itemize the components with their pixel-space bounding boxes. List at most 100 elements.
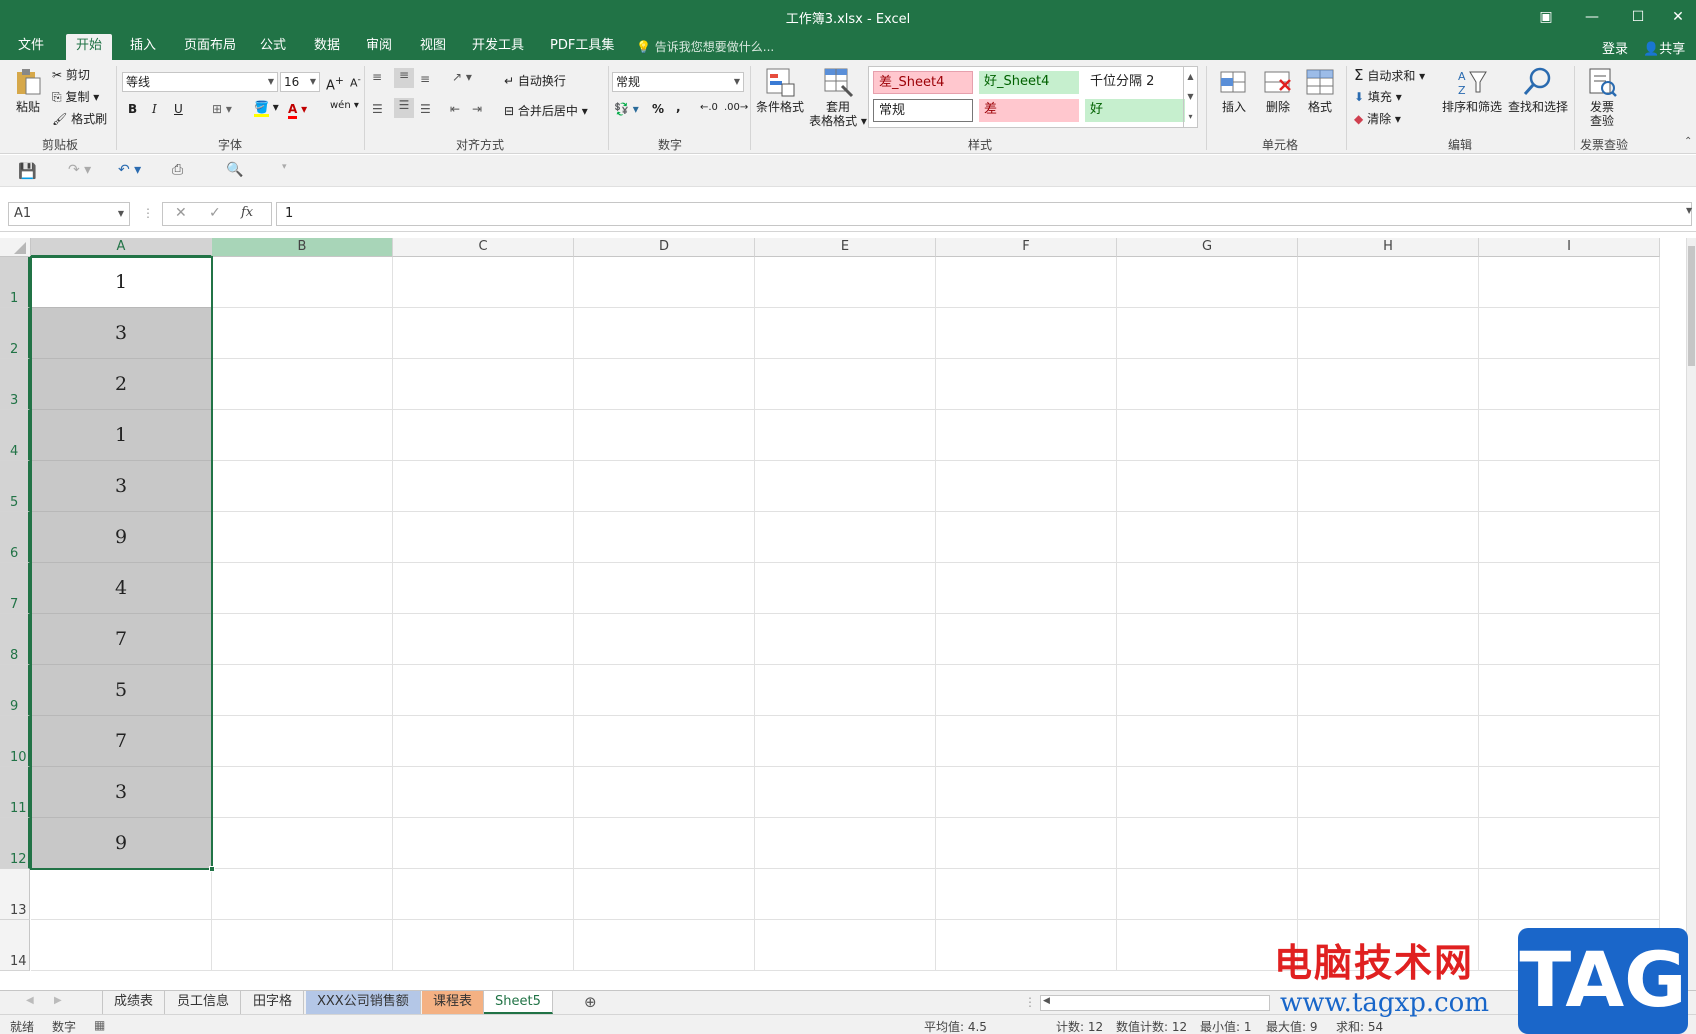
cell-h6[interactable]	[1298, 512, 1479, 563]
wrap-text-button[interactable]: ↵ 自动换行	[504, 72, 566, 89]
cell-a9[interactable]: 5	[31, 665, 211, 716]
tab-data[interactable]: 数据	[304, 34, 350, 60]
cell-e2[interactable]	[755, 308, 936, 359]
row-header-9[interactable]: 9	[0, 665, 30, 716]
add-sheet-icon[interactable]: ⊕	[584, 993, 597, 1011]
tab-insert[interactable]: 插入	[120, 34, 166, 60]
align-middle-icon[interactable]: ≡	[394, 68, 414, 88]
cell-e1[interactable]	[755, 257, 936, 308]
cell-f9[interactable]	[936, 665, 1117, 716]
cell-f14[interactable]	[936, 920, 1117, 971]
cell-f1[interactable]	[936, 257, 1117, 308]
align-bottom-icon[interactable]: ≡	[420, 72, 430, 86]
delete-cells-icon[interactable]	[1262, 66, 1294, 98]
style-comma-2[interactable]: 千位分隔 2	[1085, 71, 1185, 94]
cell-e12[interactable]	[755, 818, 936, 869]
cell-i7[interactable]	[1479, 563, 1660, 614]
cell-b6[interactable]	[212, 512, 393, 563]
cell-g5[interactable]	[1117, 461, 1298, 512]
row-header-4[interactable]: 4	[0, 410, 30, 461]
format-cells-icon[interactable]	[1304, 66, 1336, 98]
column-header-h[interactable]: H	[1298, 238, 1479, 257]
maximize-icon[interactable]: ☐	[1618, 4, 1658, 30]
cut-button[interactable]: ✂ 剪切	[52, 66, 90, 83]
decrease-indent-icon[interactable]: ⇤	[450, 102, 460, 116]
font-name-select[interactable]: 等线 ▼	[122, 72, 278, 92]
cell-i3[interactable]	[1479, 359, 1660, 410]
cell-i1[interactable]	[1479, 257, 1660, 308]
comma-icon[interactable]: ,	[676, 100, 681, 114]
cell-c8[interactable]	[393, 614, 574, 665]
cell-e9[interactable]	[755, 665, 936, 716]
copy-button[interactable]: ⎘ 复制 ▾	[52, 88, 99, 105]
cell-f4[interactable]	[936, 410, 1117, 461]
cell-a11[interactable]: 3	[31, 767, 211, 818]
cell-f10[interactable]	[936, 716, 1117, 767]
sheet-tab-sales[interactable]: XXX公司销售额	[306, 991, 421, 1014]
cell-a8[interactable]: 7	[31, 614, 211, 665]
customize-qat-icon[interactable]: ▾	[282, 162, 287, 172]
cell-f2[interactable]	[936, 308, 1117, 359]
cell-d6[interactable]	[574, 512, 755, 563]
increase-indent-icon[interactable]: ⇥	[472, 102, 482, 116]
cell-c5[interactable]	[393, 461, 574, 512]
cell-h9[interactable]	[1298, 665, 1479, 716]
cell-i5[interactable]	[1479, 461, 1660, 512]
cell-e10[interactable]	[755, 716, 936, 767]
cell-b11[interactable]	[212, 767, 393, 818]
save-icon[interactable]: 💾	[18, 162, 37, 180]
select-all-corner[interactable]	[0, 238, 31, 257]
print-preview-icon[interactable]: ⎙	[172, 162, 183, 178]
cell-g10[interactable]	[1117, 716, 1298, 767]
cell-e14[interactable]	[755, 920, 936, 971]
cell-d1[interactable]	[574, 257, 755, 308]
tab-developer[interactable]: 开发工具	[462, 34, 534, 60]
border-icon[interactable]: ⊞ ▾	[212, 102, 232, 116]
cell-d3[interactable]	[574, 359, 755, 410]
cell-a7[interactable]: 4	[31, 563, 211, 614]
cell-h8[interactable]	[1298, 614, 1479, 665]
cell-h10[interactable]	[1298, 716, 1479, 767]
redo-icon[interactable]: ↷ ▾	[68, 162, 91, 178]
vertical-scrollbar[interactable]	[1686, 238, 1696, 990]
cell-i9[interactable]	[1479, 665, 1660, 716]
cell-b10[interactable]	[212, 716, 393, 767]
close-icon[interactable]: ✕	[1658, 4, 1696, 30]
cell-d10[interactable]	[574, 716, 755, 767]
table-format-button[interactable]: 套用 表格格式 ▾	[806, 100, 870, 128]
cell-e4[interactable]	[755, 410, 936, 461]
cell-g11[interactable]	[1117, 767, 1298, 818]
find-select-button[interactable]: 查找和选择	[1504, 100, 1572, 114]
cell-b13[interactable]	[212, 869, 393, 920]
cell-c11[interactable]	[393, 767, 574, 818]
cell-d4[interactable]	[574, 410, 755, 461]
cell-h4[interactable]	[1298, 410, 1479, 461]
cell-i4[interactable]	[1479, 410, 1660, 461]
cell-c12[interactable]	[393, 818, 574, 869]
tab-home[interactable]: 开始	[66, 34, 113, 60]
cell-g1[interactable]	[1117, 257, 1298, 308]
sheet-tab-grades[interactable]: 成绩表	[102, 991, 166, 1014]
format-cells-button[interactable]: 格式	[1300, 100, 1340, 114]
column-header-b[interactable]: B	[212, 238, 393, 257]
orientation-icon[interactable]: ↗ ▾	[452, 70, 472, 84]
align-center-icon[interactable]: ☰	[394, 98, 414, 118]
insert-function-icon[interactable]: fx	[241, 205, 253, 220]
style-bad[interactable]: 差	[979, 99, 1079, 122]
cell-d5[interactable]	[574, 461, 755, 512]
cell-c3[interactable]	[393, 359, 574, 410]
login-link[interactable]: 登录	[1602, 38, 1628, 57]
cell-d12[interactable]	[574, 818, 755, 869]
cell-h1[interactable]	[1298, 257, 1479, 308]
cell-a4[interactable]: 1	[31, 410, 211, 461]
paste-button[interactable]: 粘贴	[12, 100, 44, 114]
cell-g4[interactable]	[1117, 410, 1298, 461]
cell-i2[interactable]	[1479, 308, 1660, 359]
row-header-8[interactable]: 8	[0, 614, 30, 665]
column-header-g[interactable]: G	[1117, 238, 1298, 257]
currency-icon[interactable]: 💱 ▾	[614, 102, 639, 116]
merge-center-button[interactable]: ⊟ 合并后居中 ▾	[504, 102, 588, 119]
cell-b12[interactable]	[212, 818, 393, 869]
clear-button[interactable]: ◆ 清除 ▾	[1354, 110, 1401, 127]
column-header-d[interactable]: D	[574, 238, 755, 257]
